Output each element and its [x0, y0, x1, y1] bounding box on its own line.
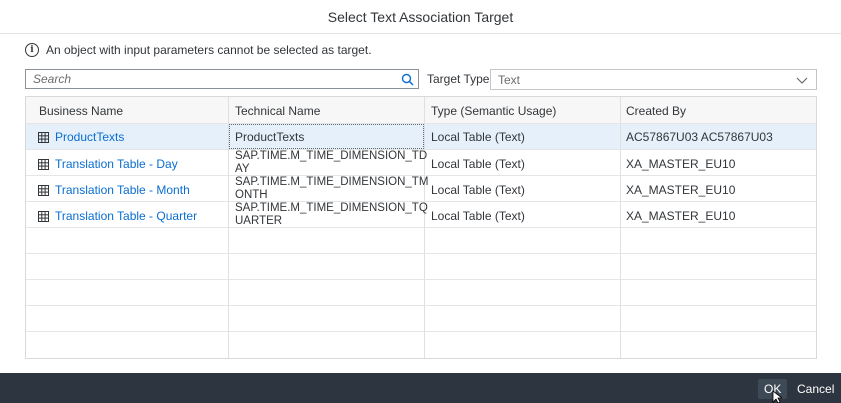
chevron-down-icon[interactable] — [796, 74, 808, 88]
business-name-cell[interactable]: Translation Table - Day — [38, 157, 178, 171]
technical-name-line: SAP.TIME.M_TIME_DIMENSION_TM — [235, 176, 429, 188]
target-type-value: Text — [498, 72, 521, 87]
column-header-technical-name[interactable]: Technical Name — [235, 104, 320, 118]
target-type-select[interactable]: Text — [490, 69, 817, 90]
type-cell: Local Table (Text) — [431, 209, 525, 223]
business-name-cell[interactable]: Translation Table - Quarter — [38, 209, 197, 223]
business-name-cell[interactable]: Translation Table - Month — [38, 183, 190, 197]
type-cell: Local Table (Text) — [431, 183, 525, 197]
info-text: An object with input parameters cannot b… — [46, 43, 372, 57]
type-cell: Local Table (Text) — [431, 130, 525, 144]
technical-name-cell: SAP.TIME.M_TIME_DIMENSION_TD AY — [235, 150, 427, 176]
business-name-cell[interactable]: ProductTexts — [38, 130, 124, 144]
created-by-cell: AC57867U03 AC57867U03 — [626, 130, 773, 144]
mouse-cursor-icon — [772, 391, 782, 403]
business-name-link[interactable]: Translation Table - Quarter — [55, 209, 197, 223]
target-table: Business Name Technical Name Type (Seman… — [25, 96, 817, 359]
created-by-cell: XA_MASTER_EU10 — [626, 157, 736, 171]
dialog-title: Select Text Association Target — [327, 8, 514, 25]
dialog-header: Select Text Association Target — [0, 0, 841, 34]
technical-name-cell: SAP.TIME.M_TIME_DIMENSION_TQ UARTER — [235, 202, 428, 228]
created-by-cell: XA_MASTER_EU10 — [626, 183, 736, 197]
table-icon — [38, 131, 49, 143]
column-header-type[interactable]: Type (Semantic Usage) — [431, 104, 556, 118]
column-header-created-by[interactable]: Created By — [626, 104, 686, 118]
table-header — [26, 97, 816, 123]
info-message: i An object with input parameters cannot… — [25, 41, 372, 59]
table-row[interactable]: Translation Table - Quarter SAP.TIME.M_T… — [26, 202, 816, 228]
table-icon — [38, 158, 49, 170]
table-icon — [38, 184, 49, 196]
type-cell: Local Table (Text) — [431, 157, 525, 171]
technical-name-line: AY — [235, 163, 250, 175]
table-row[interactable]: Translation Table - Day SAP.TIME.M_TIME_… — [26, 150, 816, 176]
technical-name-line: SAP.TIME.M_TIME_DIMENSION_TQ — [235, 202, 428, 214]
search-input[interactable] — [26, 71, 396, 87]
cancel-button[interactable]: Cancel — [791, 379, 840, 399]
info-icon: i — [25, 43, 39, 57]
row-divider — [26, 305, 816, 306]
business-name-link[interactable]: Translation Table - Day — [55, 157, 178, 171]
business-name-link[interactable]: Translation Table - Month — [55, 183, 190, 197]
row-divider — [26, 331, 816, 332]
search-field[interactable] — [25, 69, 419, 89]
technical-name-line: ONTH — [235, 189, 268, 201]
row-divider — [26, 279, 816, 280]
dialog-footer: OK Cancel — [0, 373, 841, 403]
table-row[interactable]: Translation Table - Month SAP.TIME.M_TIM… — [26, 176, 816, 202]
business-name-link[interactable]: ProductTexts — [55, 130, 124, 144]
created-by-cell: XA_MASTER_EU10 — [626, 209, 736, 223]
focused-cell-outline — [229, 124, 424, 149]
technical-name-line: UARTER — [235, 215, 283, 227]
technical-name-line: SAP.TIME.M_TIME_DIMENSION_TD — [235, 150, 428, 162]
row-divider — [26, 253, 816, 254]
column-header-business-name[interactable]: Business Name — [39, 104, 123, 118]
technical-name-cell: SAP.TIME.M_TIME_DIMENSION_TM ONTH — [235, 176, 428, 202]
target-type-label: Target Type — [427, 72, 490, 86]
search-icon[interactable] — [396, 70, 418, 88]
table-icon — [38, 210, 49, 222]
